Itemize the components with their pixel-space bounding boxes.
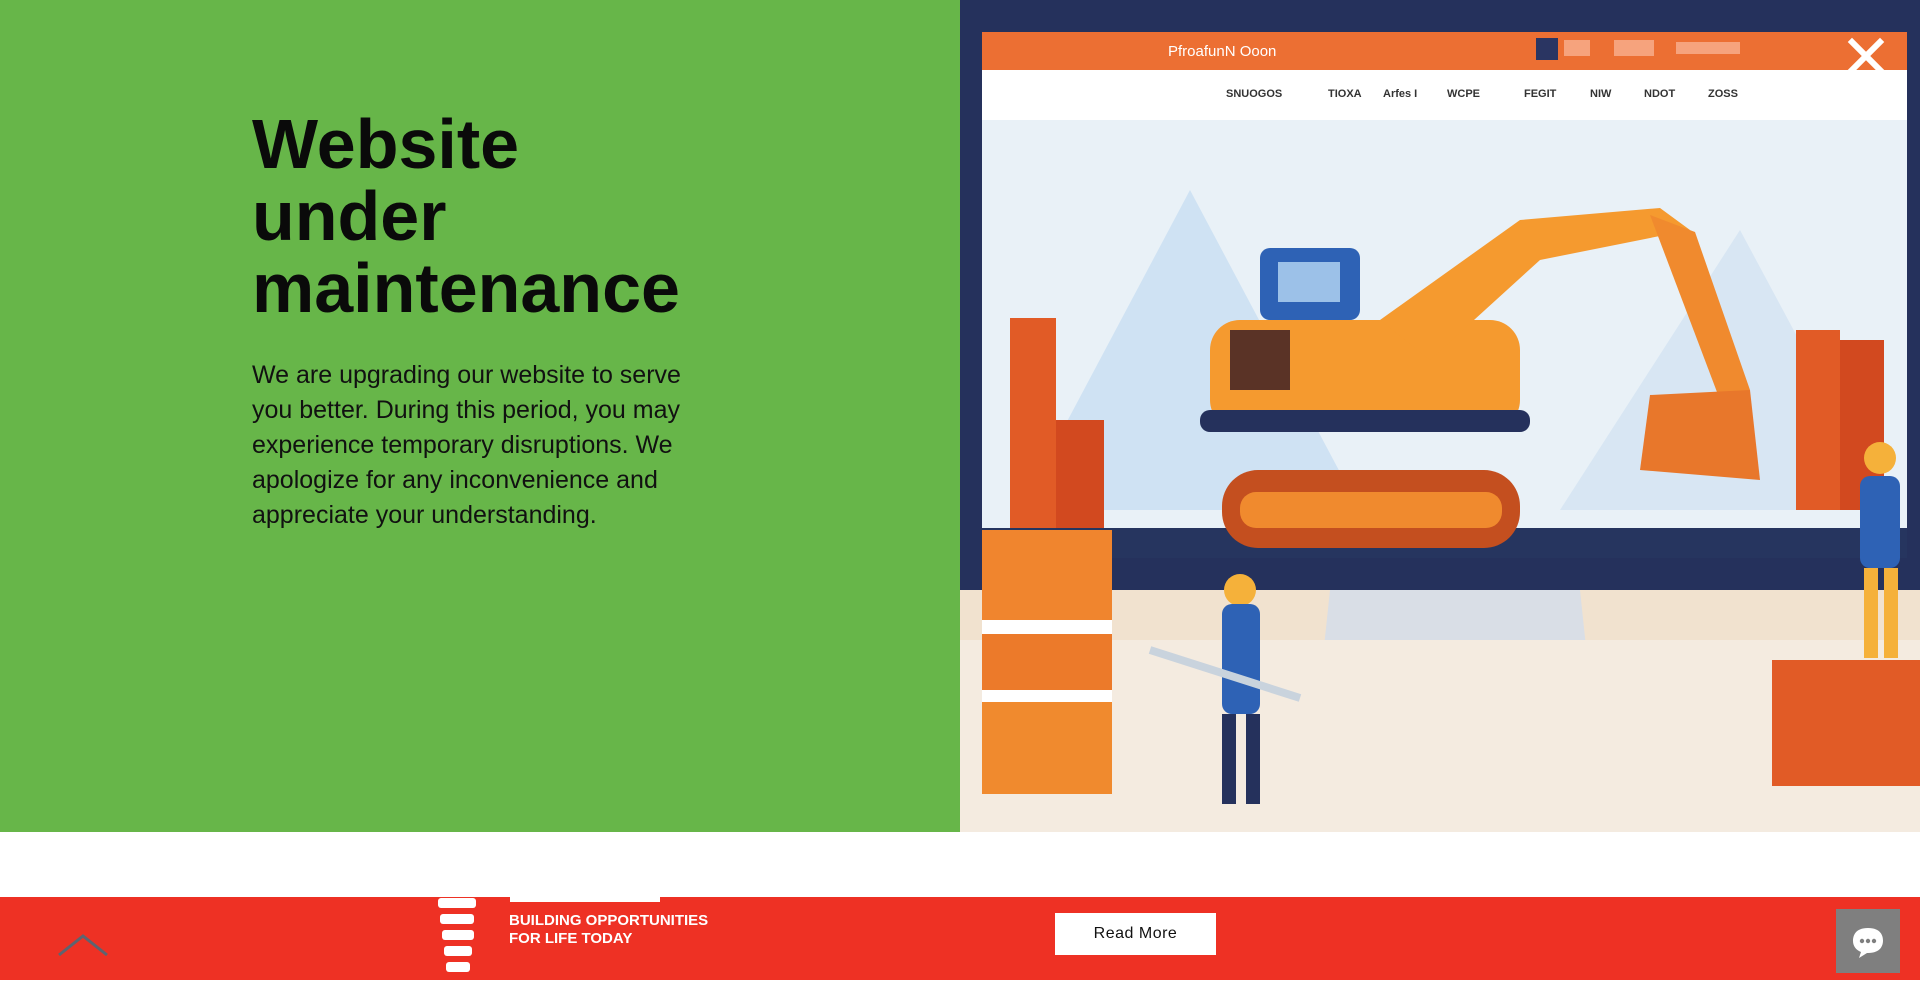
worker-leg xyxy=(1222,714,1236,804)
screen-topbar xyxy=(982,32,1907,70)
excavator-bucket xyxy=(1640,390,1760,480)
heading-line-2: under xyxy=(252,177,447,255)
footer-bar xyxy=(0,897,1920,980)
close-icon xyxy=(1847,37,1885,75)
logo-tagline: BUILDING OPPORTUNITIES FOR LIFE TODAY xyxy=(509,912,708,948)
barrel xyxy=(982,702,1112,794)
maintenance-illustration: PfroafunN Ooon SNUOGOS TIOXA Arfes I WCP… xyxy=(960,0,1920,832)
worker-leg xyxy=(1246,714,1260,804)
modal-body-text: We are upgrading our website to serve yo… xyxy=(252,361,681,529)
tagline-line-2: FOR LIFE TODAY xyxy=(509,930,633,947)
chevron-up-icon xyxy=(58,934,108,957)
maintenance-modal: Website under maintenance We are upgradi… xyxy=(0,0,1920,832)
screen-nav-item: WCPE xyxy=(1447,88,1480,100)
chat-bubble-icon xyxy=(1853,928,1883,958)
screen-nav-item: Arfes I xyxy=(1383,88,1417,100)
barrel xyxy=(982,530,1112,630)
screen-nav-item: TIOXA xyxy=(1328,88,1362,100)
worker-helmet xyxy=(1864,442,1896,474)
screen-nav-item: FEGIT xyxy=(1524,88,1557,100)
modal-text-panel: Website under maintenance We are upgradi… xyxy=(0,0,960,832)
excavator-base xyxy=(1200,410,1530,432)
excavator-track-inner xyxy=(1240,492,1502,528)
barrel-stripe xyxy=(982,690,1112,702)
heading-line-1: Website xyxy=(252,105,520,183)
read-more-button[interactable]: Read More xyxy=(1055,913,1216,955)
screen-topbar-badge xyxy=(1536,38,1558,60)
barrel-stripe xyxy=(982,620,1112,634)
screen-topbar-chip xyxy=(1564,40,1590,56)
screen-nav-item: NIW xyxy=(1590,88,1612,100)
brick-pillar xyxy=(1056,420,1104,528)
close-button[interactable] xyxy=(1846,36,1886,76)
screen-topbar-text: PfroafunN Ooon xyxy=(1168,43,1276,60)
worker-body xyxy=(1222,604,1260,714)
worker-helmet xyxy=(1224,574,1256,606)
back-to-top-button[interactable] xyxy=(56,930,110,960)
screen-nav-item: ZOSS xyxy=(1708,88,1738,100)
brick-pillar xyxy=(1010,318,1056,528)
worker-leg xyxy=(1884,568,1898,658)
screen-nav xyxy=(982,70,1907,120)
brick-stack xyxy=(1772,660,1920,786)
screen-nav-item: NDOT xyxy=(1644,88,1675,100)
worker-body xyxy=(1860,476,1900,568)
construction-illustration: PfroafunN Ooon SNUOGOS TIOXA Arfes I WCP… xyxy=(960,0,1920,832)
barrel xyxy=(982,634,1112,694)
excavator-grille xyxy=(1230,330,1290,390)
heading-line-3: maintenance xyxy=(252,249,680,327)
screen-nav-item: SNUOGOS xyxy=(1226,88,1282,100)
screen-topbar-chip xyxy=(1676,42,1740,54)
worker-leg xyxy=(1864,568,1878,658)
chat-button[interactable] xyxy=(1836,909,1900,973)
cab-window xyxy=(1278,262,1340,302)
screen-topbar-chip xyxy=(1614,40,1654,56)
modal-heading: Website under maintenance xyxy=(252,108,812,324)
brick-pillar xyxy=(1796,330,1840,510)
tagline-line-1: BUILDING OPPORTUNITIES xyxy=(509,912,709,929)
